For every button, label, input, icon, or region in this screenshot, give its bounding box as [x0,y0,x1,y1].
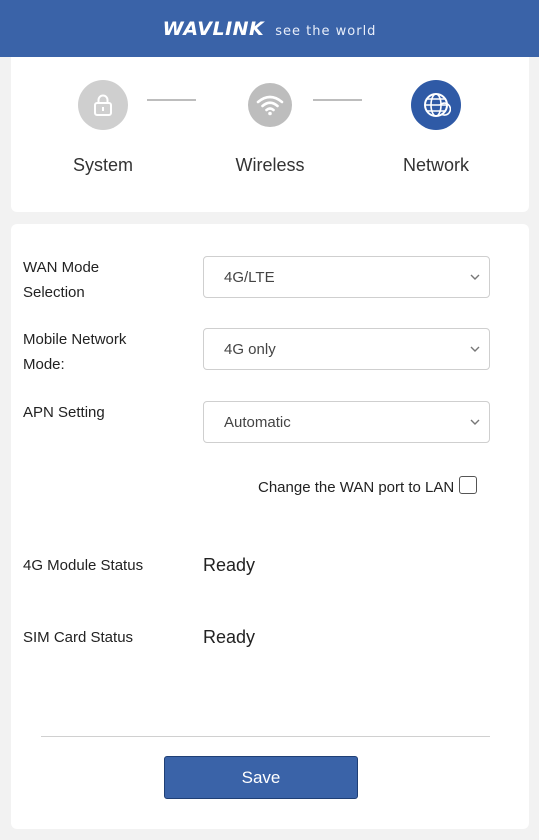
apn-setting-label: APN Setting [23,404,105,421]
chevron-down-icon [470,346,480,352]
wan-mode-label: WAN Mode Selection [23,259,100,301]
mobile-network-mode-value: 4G only [224,340,276,358]
step-system[interactable]: System [43,80,163,176]
sim-status-label: SIM Card Status [23,629,134,646]
wifi-icon [248,83,292,127]
lock-icon [78,80,128,130]
step-label-network: Network [402,155,469,175]
apn-setting-value: Automatic [224,413,291,431]
wan-to-lan-checkbox[interactable] [459,475,478,494]
wan-to-lan-option: Change the WAN port to LAN [258,475,478,496]
chevron-down-icon [470,274,480,280]
module-status-label: 4G Module Status [23,557,144,574]
setup-steps-card: System Wireless Network [11,57,529,212]
brand-tagline: see the world [275,23,377,39]
step-wireless[interactable]: Wireless [210,80,330,176]
apn-setting-select[interactable]: Automatic [203,401,490,443]
module-status-value: Ready [203,555,256,575]
mobile-network-mode-label: Mobile Network Mode: [23,331,127,373]
chevron-down-icon [470,419,480,425]
divider [41,736,490,737]
brand-logo: WAVLINK see the world [163,18,377,40]
mobile-network-mode-select[interactable]: 4G only [203,328,490,370]
save-button[interactable]: Save [164,756,358,799]
brand-name: WAVLINK [162,17,265,40]
header-bar: WAVLINK see the world [0,0,539,57]
step-network[interactable]: Network [376,80,496,176]
wan-mode-value: 4G/LTE [224,268,275,286]
wan-to-lan-label: Change the WAN port to LAN [258,479,455,496]
step-label-wireless: Wireless [235,155,305,175]
globe-icon [411,80,461,130]
sim-status-value: Ready [203,627,256,647]
network-settings-card: WAN Mode Selection 4G/LTE Mobile Network… [11,224,529,829]
wan-mode-select[interactable]: 4G/LTE [203,256,490,298]
step-label-system: System [72,155,133,175]
